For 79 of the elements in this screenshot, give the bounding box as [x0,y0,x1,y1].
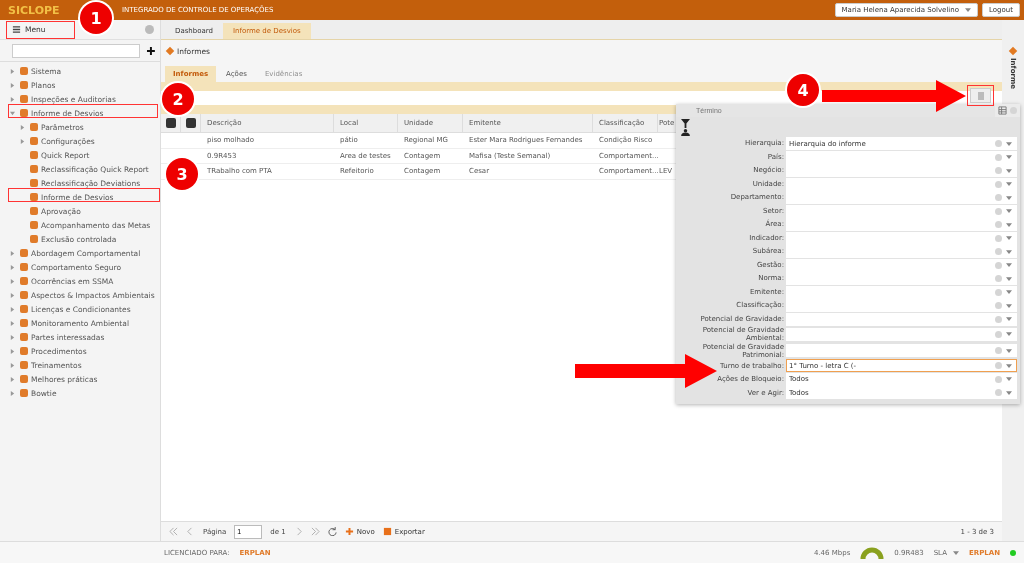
last-page-icon[interactable] [310,527,320,536]
caret-icon [1006,363,1012,368]
list-icon [975,90,986,101]
expand-arrow-icon[interactable] [10,390,15,396]
caret-icon [965,8,972,12]
expand-arrow-icon[interactable] [10,110,15,116]
expand-arrow-icon[interactable] [10,348,15,354]
expand-arrow-icon[interactable] [20,124,25,130]
add-icon[interactable] [146,45,156,56]
highlight-frame [967,85,994,106]
caret-icon [1006,263,1012,267]
caret-icon [1006,236,1012,240]
spreadsheet-icon [382,527,392,536]
dropdown-field[interactable] [786,204,1017,218]
expand-arrow-icon[interactable] [10,292,15,298]
collapse-icon[interactable] [145,25,154,34]
caret-icon [1006,222,1012,227]
dropdown-field[interactable] [786,312,1017,326]
dropdown-field[interactable] [786,285,1017,299]
dropdown-field[interactable] [786,344,1017,358]
dropdown-field[interactable] [786,327,1017,341]
step-badge: 1 [80,2,112,34]
expand-arrow-icon[interactable] [20,138,25,144]
highlight-frame [6,21,75,39]
step-badge: 4 [787,74,819,106]
plus-icon [344,527,354,536]
step-badge: 2 [162,83,194,115]
caret-icon [1006,377,1012,382]
dropdown-field[interactable] [786,299,1017,312]
caret-icon [1006,209,1012,213]
gauge-icon [860,546,885,559]
caret-icon [1006,303,1012,308]
first-page-icon[interactable] [169,527,178,536]
caret-icon [1006,332,1012,337]
dropdown-field[interactable] [786,191,1017,204]
dropdown-field[interactable] [786,164,1017,177]
expand-arrow-icon[interactable] [10,82,15,88]
expand-arrow-icon[interactable] [10,96,15,102]
dropdown-field[interactable] [786,258,1017,272]
search-field[interactable] [12,43,141,58]
previous-page-icon[interactable] [186,527,195,536]
caret-icon [1006,195,1012,200]
person-icon [681,129,690,136]
expand-arrow-icon[interactable] [10,278,15,284]
columns-button[interactable] [970,88,991,103]
caret-icon [1006,182,1012,186]
dropdown-field[interactable] [786,272,1017,285]
expand-arrow-icon[interactable] [10,68,15,74]
pin-icon[interactable] [165,118,176,128]
dropdown-field[interactable] [786,150,1017,164]
caret-icon [1006,155,1012,159]
attachment-icon[interactable] [185,118,196,128]
expand-arrow-icon[interactable] [10,362,15,368]
step-badge: 3 [166,158,198,190]
expand-arrow-icon[interactable] [10,264,15,270]
expand-arrow-icon[interactable] [10,376,15,382]
expand-arrow-icon[interactable] [10,306,15,312]
menu-icon[interactable] [12,25,21,34]
dropdown-field[interactable] [786,245,1017,258]
expand-arrow-icon[interactable] [10,334,15,340]
app-logo: SICLOPE [8,3,61,17]
caret-icon [1006,141,1012,146]
caret-icon [1006,276,1012,281]
dropdown-field[interactable] [786,218,1017,231]
dropdown-field[interactable] [786,177,1017,191]
caret-icon [952,550,959,555]
caret-icon [1006,249,1012,254]
caret-icon [1006,168,1012,173]
expand-arrow-icon[interactable] [10,250,15,256]
expand-arrow-icon[interactable] [10,320,15,326]
caret-icon [1006,290,1012,294]
status-dot [1010,549,1016,556]
refresh-icon[interactable] [327,527,337,536]
dropdown-field[interactable] [786,231,1017,245]
caret-icon [1006,348,1012,353]
caret-icon [1006,317,1012,321]
caret-icon [1006,390,1012,395]
grid-icon[interactable] [998,106,1007,115]
filter-icon[interactable] [681,119,690,128]
